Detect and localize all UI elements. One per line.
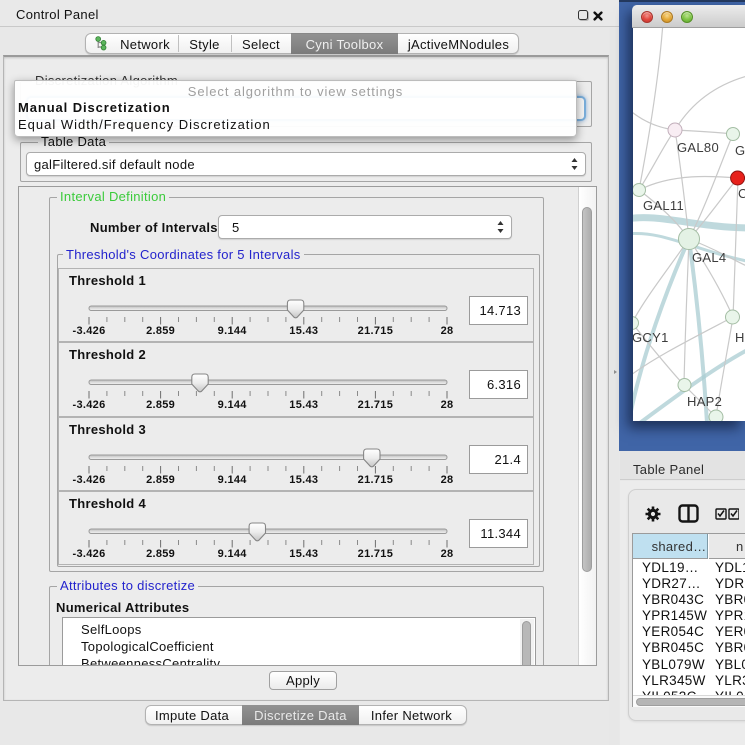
svg-text:9.144: 9.144: [218, 399, 248, 411]
svg-text:GAL11: GAL11: [643, 198, 684, 213]
svg-text:21.715: 21.715: [358, 399, 393, 411]
svg-text:21.715: 21.715: [358, 474, 393, 486]
svg-text:28: 28: [441, 474, 454, 486]
svg-text:2.859: 2.859: [146, 399, 175, 411]
svg-text:15.43: 15.43: [289, 548, 318, 560]
svg-text:C: C: [738, 186, 745, 201]
svg-text:GCY1: GCY1: [633, 330, 669, 345]
svg-text:9.144: 9.144: [218, 474, 248, 486]
svg-text:9.144: 9.144: [218, 548, 248, 560]
svg-text:-3.426: -3.426: [73, 548, 106, 560]
svg-text:15.43: 15.43: [289, 399, 318, 411]
svg-text:HAP2: HAP2: [687, 394, 722, 409]
svg-text:28: 28: [441, 325, 454, 337]
svg-text:21.715: 21.715: [358, 325, 393, 337]
svg-text:2.859: 2.859: [146, 548, 175, 560]
svg-text:-3.426: -3.426: [73, 399, 106, 411]
svg-text:2.859: 2.859: [146, 325, 175, 337]
svg-text:28: 28: [441, 399, 454, 411]
svg-text:GAL80: GAL80: [677, 140, 719, 155]
svg-text:9.144: 9.144: [218, 325, 248, 337]
svg-text:GAL4: GAL4: [692, 250, 726, 265]
svg-text:H: H: [735, 330, 745, 345]
svg-text:28: 28: [441, 548, 454, 560]
svg-text:2.859: 2.859: [146, 474, 175, 486]
svg-text:-3.426: -3.426: [73, 474, 106, 486]
svg-text:GA: GA: [735, 143, 745, 158]
svg-text:-3.426: -3.426: [73, 325, 106, 337]
svg-text:15.43: 15.43: [289, 474, 318, 486]
svg-text:21.715: 21.715: [358, 548, 393, 560]
svg-text:15.43: 15.43: [289, 325, 318, 337]
